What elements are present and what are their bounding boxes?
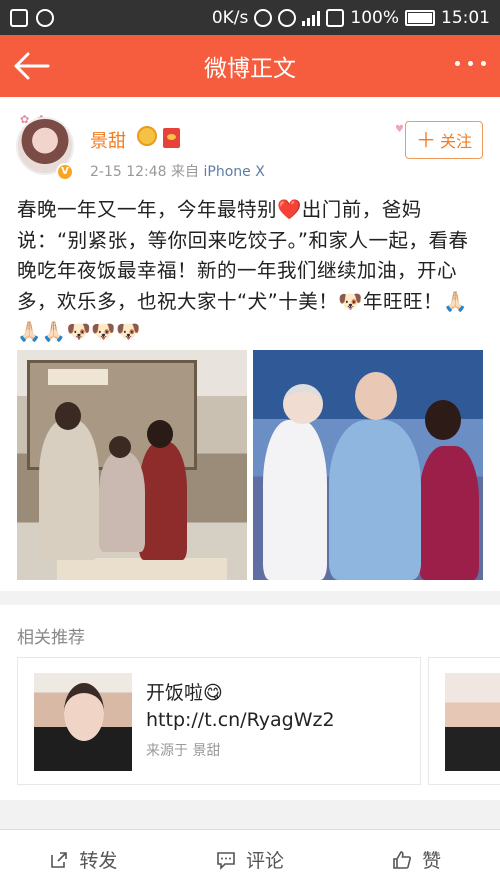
author-name[interactable]: 景甜 <box>90 127 126 153</box>
post-source[interactable]: iPhone X <box>203 164 264 180</box>
person-head <box>355 372 397 420</box>
page-title: 微博正文 <box>204 56 296 82</box>
vip-crown-icon <box>137 126 157 146</box>
plus-icon: ＋ <box>415 128 436 152</box>
post-meta: 2-15 12:48 来自 iPhone X <box>90 161 265 181</box>
related-title: 相关推荐 <box>17 628 85 648</box>
person <box>263 420 327 580</box>
battery-level: 100% <box>350 7 399 28</box>
sim-icon <box>326 8 345 27</box>
weibo-icon <box>36 8 54 27</box>
person-head <box>147 420 173 448</box>
person <box>39 420 99 560</box>
network-speed: 0K/s <box>211 7 249 28</box>
person-head <box>283 384 323 424</box>
source-prefix: 来自 <box>171 164 200 180</box>
like-label: 赞 <box>422 850 442 872</box>
alarm-icon <box>278 8 297 27</box>
comment-icon <box>217 851 235 870</box>
verified-badge-icon: V <box>56 163 74 181</box>
child-head <box>109 436 131 458</box>
card-thumbnail <box>34 673 132 771</box>
comment-button[interactable]: 评论 <box>167 830 334 889</box>
like-button[interactable]: 赞 <box>333 830 500 889</box>
red-packet-icon <box>163 128 180 148</box>
status-bar: 0K/s 100% 15:01 <box>0 0 500 35</box>
gallery-icon <box>10 8 28 27</box>
repost-button[interactable]: 转发 <box>0 830 167 889</box>
thumbs-up-icon <box>393 850 412 869</box>
family-recent-photo[interactable] <box>253 350 483 580</box>
title-bar: 微博正文 <box>0 35 500 97</box>
child <box>99 452 145 552</box>
related-card-next[interactable] <box>428 657 500 785</box>
battery-icon <box>405 9 435 26</box>
family-old-photo[interactable] <box>17 350 247 580</box>
card-thumbnail <box>445 673 500 771</box>
related-card[interactable]: 开饭啦😋 http://t.cn/RyagWz2 来源于 景甜 <box>17 657 421 785</box>
comment-label: 评论 <box>246 850 285 872</box>
action-bar: 转发 评论 赞 <box>0 829 500 889</box>
follow-button[interactable]: ＋ 关注 <box>405 121 483 159</box>
person <box>139 442 187 560</box>
headphones-icon <box>254 8 273 27</box>
repost-icon <box>51 851 68 868</box>
more-dots-icon[interactable] <box>455 61 486 66</box>
person <box>419 446 479 580</box>
post-time: 2-15 12:48 <box>90 164 167 180</box>
card-text: 开饭啦😋 http://t.cn/RyagWz2 <box>146 682 335 731</box>
clock: 15:01 <box>441 7 490 28</box>
repost-label: 转发 <box>79 850 118 872</box>
sign <box>57 558 227 580</box>
back-arrow-icon[interactable] <box>12 49 52 83</box>
card-source: 来源于 景甜 <box>146 743 221 759</box>
person-head <box>55 402 81 430</box>
weibo-post: ✿ ✿ V 景甜 2-15 12:48 来自 iPhone X ♥ ＋ 关注 春… <box>0 97 500 591</box>
post-text: 春晚一年又一年，今年最特别❤️出门前，爸妈说：“别紧张，等你回来吃饺子。”和家人… <box>17 198 469 343</box>
signal-icon <box>302 10 321 26</box>
related-section: 相关推荐 开饭啦😋 http://t.cn/RyagWz2 来源于 景甜 <box>0 605 500 800</box>
heart-decoration-icon: ♥ <box>395 124 404 135</box>
person-head <box>425 400 461 440</box>
follow-label: 关注 <box>439 132 472 151</box>
person <box>329 420 421 580</box>
